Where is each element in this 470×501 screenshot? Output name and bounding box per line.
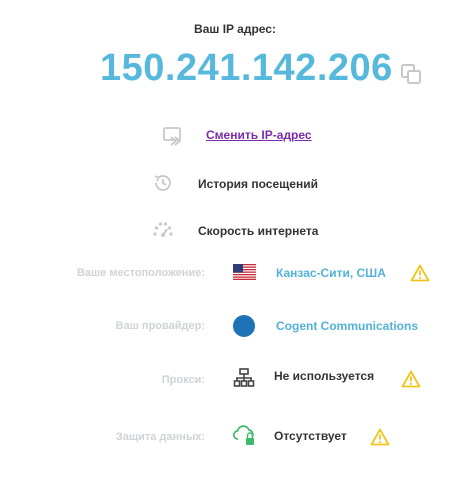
location-value: Канзас-Сити, США [276,266,386,280]
protection-value: Отсутствует [274,429,347,443]
warning-icon [410,264,430,282]
warning-icon [370,428,390,446]
speed-test-link[interactable]: Скорость интернета [198,224,318,238]
cloud-lock-icon [232,425,254,445]
network-icon [233,368,255,387]
location-label: Ваше местоположение: [76,267,205,279]
proxy-value: Не используется [274,369,375,383]
provider-logo [233,315,255,337]
ip-address: 150.241.142.206 [100,47,393,89]
change-ip-link[interactable]: Сменить IP-адрес [206,128,312,142]
provider-value: Cogent Communications [276,319,419,333]
speedometer-icon [153,222,173,237]
page-title: Ваш IP адрес: [194,22,276,36]
proxy-label: Прокси: [161,374,205,386]
history-icon [154,175,171,191]
warning-icon [401,370,421,388]
copy-icon[interactable] [400,63,422,85]
us-flag-icon [233,264,256,280]
switch-ip-icon [163,127,182,146]
history-link[interactable]: История посещений [198,177,318,191]
protection-label: Защита данных: [115,431,205,443]
provider-label: Ваш провайдер: [115,320,205,332]
